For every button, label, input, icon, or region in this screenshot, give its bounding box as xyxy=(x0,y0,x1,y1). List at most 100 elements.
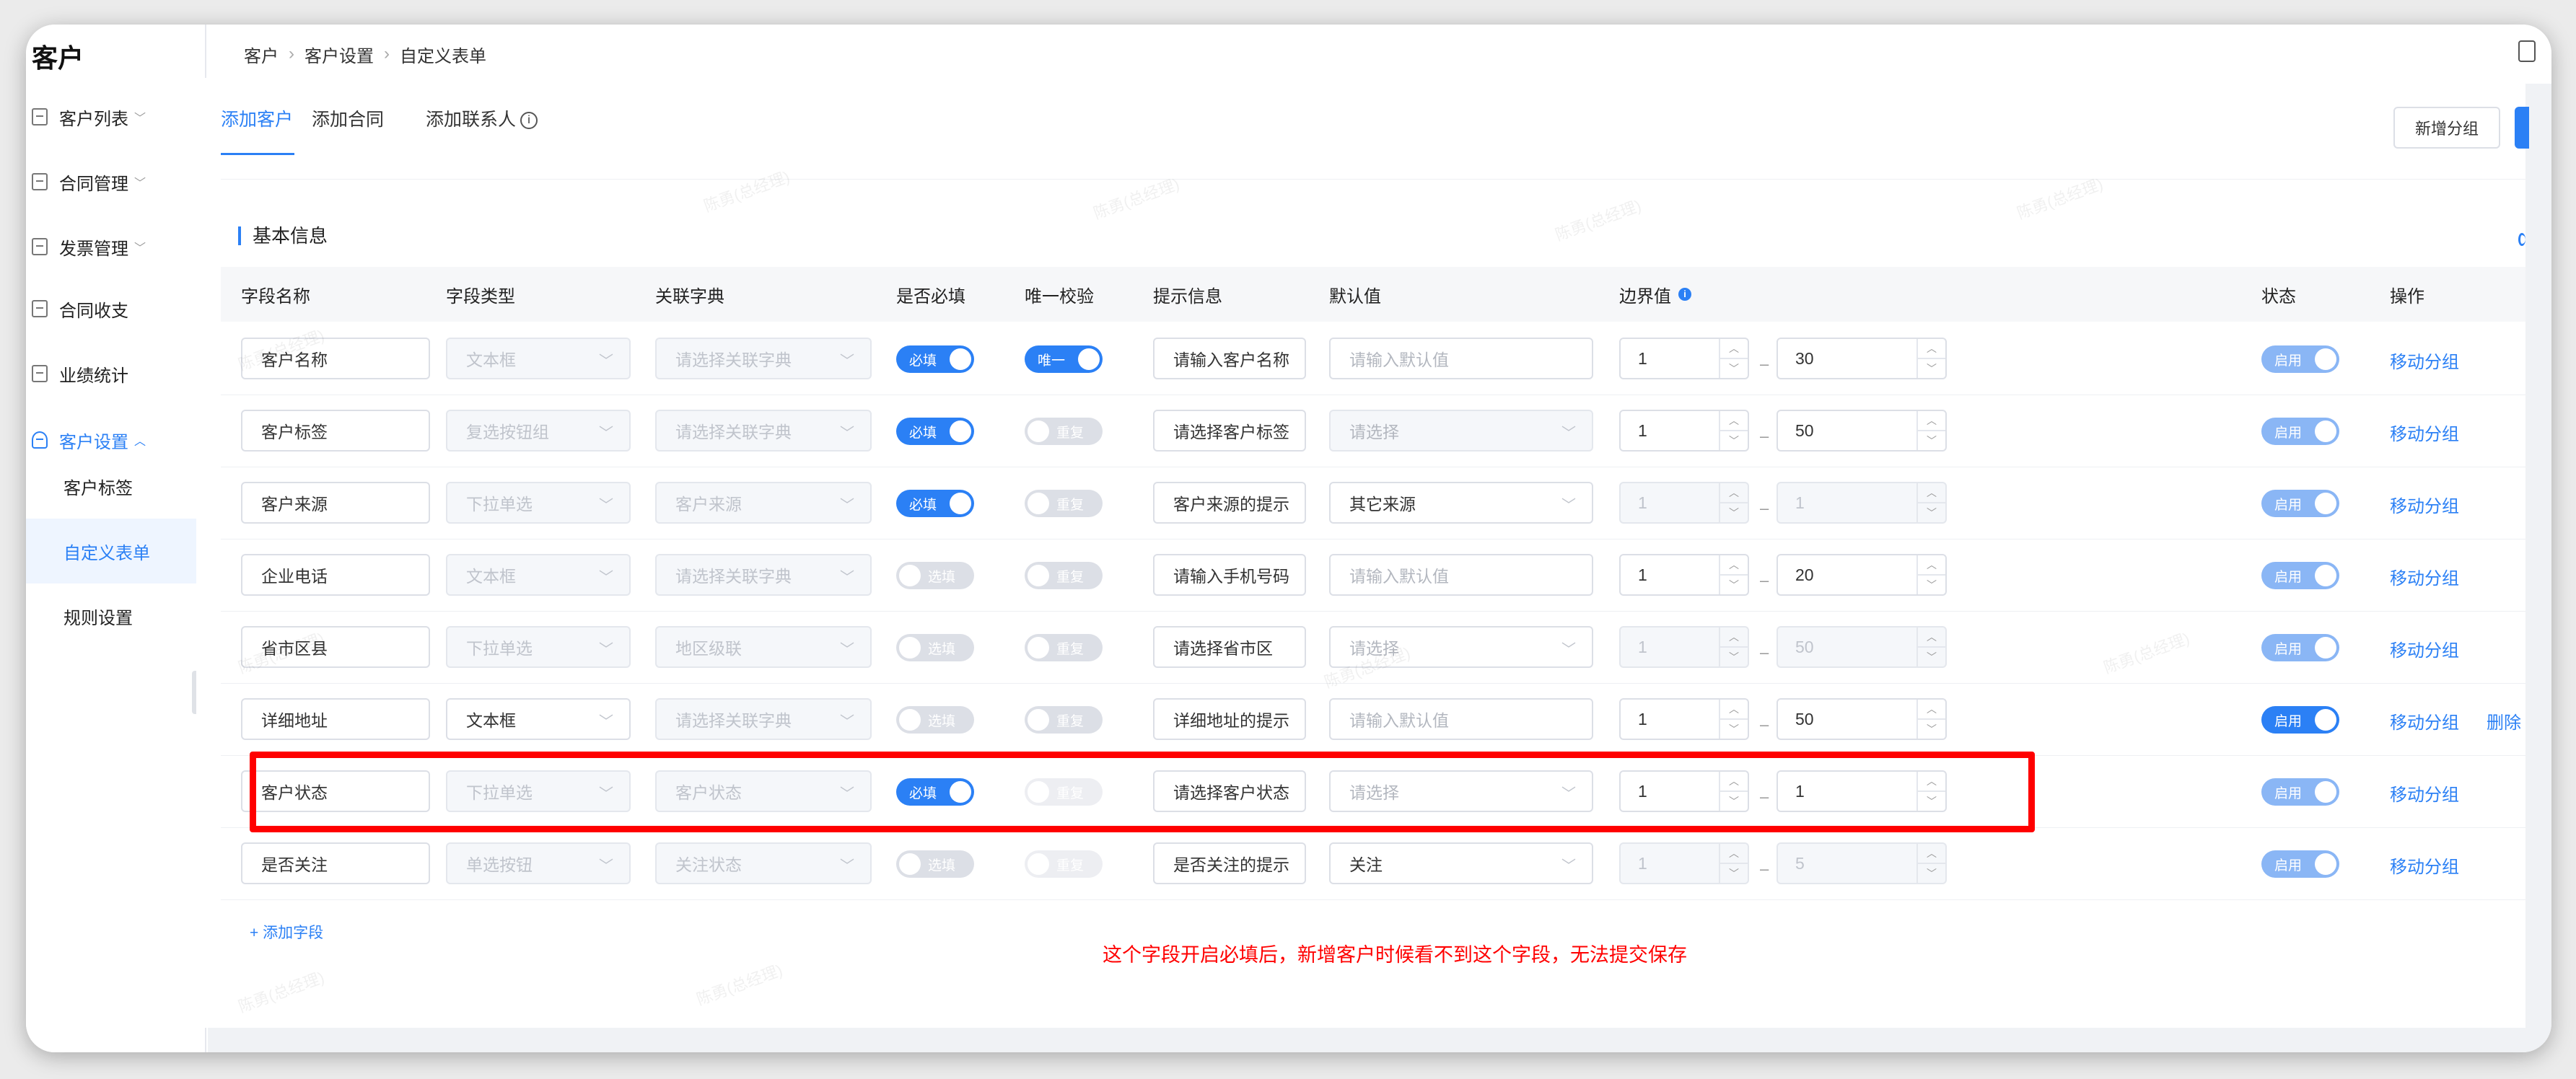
hint-input[interactable]: 请选择客户标签 xyxy=(1153,410,1306,452)
chevron-up-icon[interactable]: ︿ xyxy=(1720,411,1748,431)
field-name-input[interactable]: 是否关注 xyxy=(241,842,430,884)
chevron-up-icon[interactable]: ︿ xyxy=(1720,339,1748,359)
dictionary-select[interactable]: 关注状态 ﹀ xyxy=(655,842,872,884)
chevron-down-icon[interactable]: ﹀ xyxy=(1720,864,1748,883)
boundary-info-icon[interactable]: i xyxy=(1678,288,1691,301)
chevron-up-icon[interactable]: ︿ xyxy=(1720,555,1748,576)
default-value-field[interactable]: 其它来源 ﹀ xyxy=(1329,482,1593,524)
sidebar-subitem-rule-settings[interactable]: 规则设置 xyxy=(26,583,205,648)
delete-link[interactable]: 删除 xyxy=(2487,708,2521,734)
chevron-up-icon[interactable]: ︿ xyxy=(1918,700,1945,720)
chevron-down-icon[interactable]: ﹀ xyxy=(1720,359,1748,378)
stepper-arrows[interactable]: ︿ ﹀ xyxy=(1719,844,1748,883)
field-type-select[interactable]: 下拉单选 ﹀ xyxy=(446,482,631,524)
field-name-input[interactable]: 企业电话 xyxy=(241,554,430,596)
chevron-down-icon[interactable]: ﹀ xyxy=(1918,359,1945,378)
status-toggle[interactable]: 启用 xyxy=(2261,418,2339,445)
dictionary-select[interactable]: 客户来源 ﹀ xyxy=(655,482,872,524)
max-bound-stepper[interactable]: 50 ︿ ﹀ xyxy=(1777,626,1947,668)
document-icon[interactable] xyxy=(2518,40,2536,62)
required-toggle[interactable]: 必填 xyxy=(896,490,974,517)
chevron-up-icon[interactable]: ︿ xyxy=(1720,483,1748,503)
field-type-select[interactable]: 文本框 ﹀ xyxy=(446,698,631,740)
dictionary-select[interactable]: 请选择关联字典 ﹀ xyxy=(655,698,872,740)
primary-button-edge[interactable] xyxy=(2515,107,2529,149)
status-toggle[interactable]: 启用 xyxy=(2261,706,2339,734)
move-group-link[interactable]: 移动分组 xyxy=(2390,853,2459,878)
default-value-field[interactable]: 请输入默认值 xyxy=(1329,554,1593,596)
default-value-field[interactable]: 关注 ﹀ xyxy=(1329,842,1593,884)
sidebar-item-customer-list[interactable]: 客户列表 ﹀ xyxy=(26,92,205,141)
stepper-arrows[interactable]: ︿ ﹀ xyxy=(1719,627,1748,666)
required-toggle[interactable]: 必填 xyxy=(896,345,974,373)
chevron-down-icon[interactable]: ﹀ xyxy=(1918,720,1945,739)
chevron-down-icon[interactable]: ﹀ xyxy=(1918,576,1945,594)
unique-toggle[interactable]: 重复 xyxy=(1025,562,1103,589)
sidebar-item-contract-finance[interactable]: 合同收支 xyxy=(26,284,205,333)
field-name-input[interactable]: 客户标签 xyxy=(241,410,430,452)
move-group-link[interactable]: 移动分组 xyxy=(2390,420,2459,445)
sidebar-subitem-custom-form[interactable]: 自定义表单 xyxy=(26,519,205,583)
max-bound-stepper[interactable]: 50 ︿ ﹀ xyxy=(1777,410,1947,452)
chevron-up-icon[interactable]: ︿ xyxy=(1918,555,1945,576)
hint-input[interactable]: 是否关注的提示 xyxy=(1153,842,1306,884)
dictionary-select[interactable]: 请选择关联字典 ﹀ xyxy=(655,338,872,379)
unique-toggle[interactable]: 重复 xyxy=(1025,490,1103,517)
chevron-down-icon[interactable]: ﹀ xyxy=(1918,431,1945,450)
sidebar-item-invoice-management[interactable]: 发票管理 ﹀ xyxy=(26,222,205,271)
new-group-button[interactable]: 新增分组 xyxy=(2393,107,2500,149)
unique-toggle[interactable]: 唯一 xyxy=(1025,345,1103,373)
chevron-up-icon[interactable]: ︿ xyxy=(1918,483,1945,503)
max-bound-stepper[interactable]: 1 ︿ ﹀ xyxy=(1777,482,1947,524)
chevron-up-icon[interactable]: ︿ xyxy=(1720,700,1748,720)
required-toggle[interactable]: 选填 xyxy=(896,850,974,878)
chevron-up-icon[interactable]: ︿ xyxy=(1720,627,1748,648)
min-bound-stepper[interactable]: 1 ︿ ﹀ xyxy=(1619,482,1749,524)
chevron-down-icon[interactable]: ﹀ xyxy=(1720,720,1748,739)
sidebar-item-performance-stats[interactable]: 业绩统计 xyxy=(26,349,205,398)
field-type-select[interactable]: 复选按钮组 ﹀ xyxy=(446,410,631,452)
breadcrumb-item-customer[interactable]: 客户 xyxy=(244,42,279,67)
min-bound-stepper[interactable]: 1 ︿ ﹀ xyxy=(1619,410,1749,452)
min-bound-stepper[interactable]: 1 ︿ ﹀ xyxy=(1619,698,1749,740)
hint-input[interactable]: 客户来源的提示 xyxy=(1153,482,1306,524)
field-type-select[interactable]: 文本框 ﹀ xyxy=(446,554,631,596)
chevron-up-icon[interactable]: ︿ xyxy=(1918,844,1945,864)
min-bound-stepper[interactable]: 1 ︿ ﹀ xyxy=(1619,626,1749,668)
dictionary-select[interactable]: 地区级联 ﹀ xyxy=(655,626,872,668)
chevron-down-icon[interactable]: ﹀ xyxy=(1918,864,1945,883)
max-bound-stepper[interactable]: 30 ︿ ﹀ xyxy=(1777,338,1947,379)
tab-add-contract[interactable]: 添加合同 xyxy=(312,105,384,131)
required-toggle[interactable]: 选填 xyxy=(896,706,974,734)
move-group-link[interactable]: 移动分组 xyxy=(2390,708,2459,734)
stepper-arrows[interactable]: ︿ ﹀ xyxy=(1719,411,1748,450)
chevron-down-icon[interactable]: ﹀ xyxy=(1720,431,1748,450)
hint-input[interactable]: 详细地址的提示 xyxy=(1153,698,1306,740)
chevron-down-icon[interactable]: ﹀ xyxy=(1918,648,1945,666)
move-group-link[interactable]: 移动分组 xyxy=(2390,636,2459,661)
chevron-up-icon[interactable]: ︿ xyxy=(1918,411,1945,431)
move-group-link[interactable]: 移动分组 xyxy=(2390,780,2459,806)
tab-add-customer[interactable]: 添加客户 xyxy=(221,105,293,131)
eye-icon[interactable] xyxy=(2518,233,2525,246)
chevron-up-icon[interactable]: ︿ xyxy=(1720,844,1748,864)
tab-add-contact[interactable]: 添加联系人 i xyxy=(426,105,538,131)
sidebar-item-contract-management[interactable]: 合同管理 ﹀ xyxy=(26,157,205,206)
unique-toggle[interactable]: 重复 xyxy=(1025,418,1103,445)
min-bound-stepper[interactable]: 1 ︿ ﹀ xyxy=(1619,338,1749,379)
default-value-field[interactable]: 请输入默认值 xyxy=(1329,338,1593,379)
chevron-down-icon[interactable]: ﹀ xyxy=(1720,576,1748,594)
max-bound-stepper[interactable]: 20 ︿ ﹀ xyxy=(1777,554,1947,596)
default-value-field[interactable]: 请输入默认值 xyxy=(1329,698,1593,740)
chevron-down-icon[interactable]: ﹀ xyxy=(1720,503,1748,522)
status-toggle[interactable]: 启用 xyxy=(2261,850,2339,878)
move-group-link[interactable]: 移动分组 xyxy=(2390,492,2459,517)
move-group-link[interactable]: 移动分组 xyxy=(2390,564,2459,589)
status-toggle[interactable]: 启用 xyxy=(2261,490,2339,517)
max-bound-stepper[interactable]: 50 ︿ ﹀ xyxy=(1777,698,1947,740)
required-toggle[interactable]: 选填 xyxy=(896,562,974,589)
stepper-arrows[interactable]: ︿ ﹀ xyxy=(1719,700,1748,739)
field-type-select[interactable]: 单选按钮 ﹀ xyxy=(446,842,631,884)
required-toggle[interactable]: 必填 xyxy=(896,418,974,445)
stepper-arrows[interactable]: ︿ ﹀ xyxy=(1719,339,1748,378)
